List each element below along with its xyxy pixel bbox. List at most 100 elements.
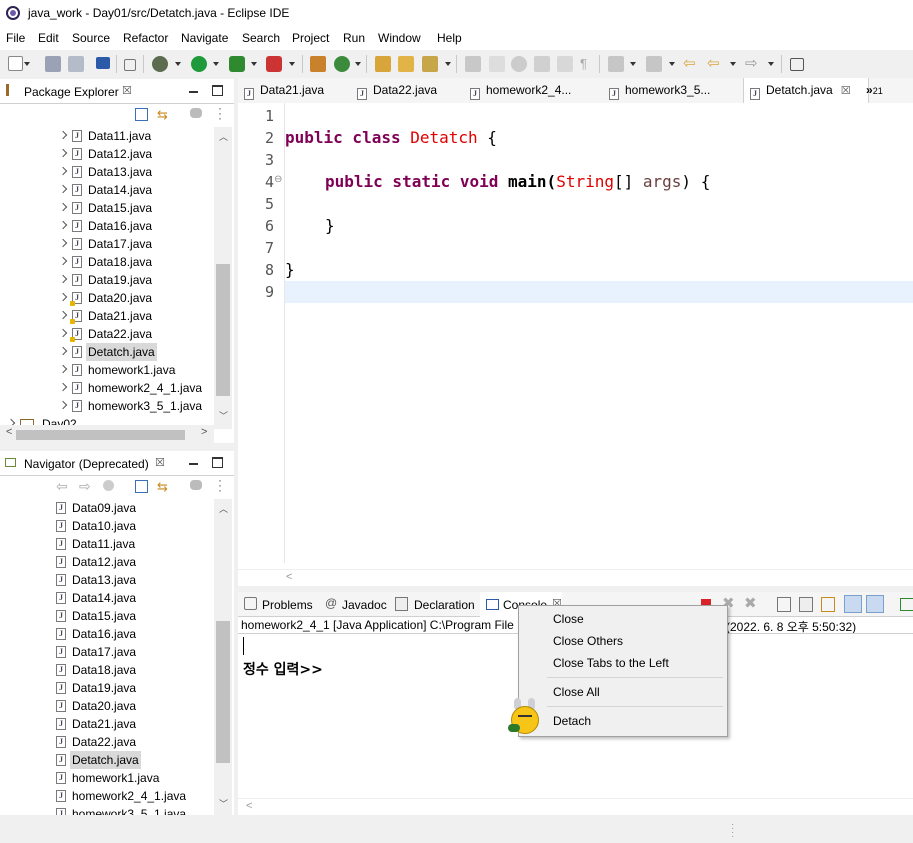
tree-item[interactable]: J Data14.java [0, 589, 214, 607]
toggle-mark-occurrences-icon[interactable] [465, 56, 481, 72]
tree-item[interactable]: J Data15.java [0, 607, 214, 625]
clear-console-icon[interactable] [777, 597, 791, 612]
new-java-package-icon[interactable] [310, 56, 326, 72]
word-wrap-icon[interactable] [821, 597, 835, 612]
next-annotation-icon[interactable] [608, 56, 624, 72]
tree-item[interactable]: Jhomework1.java [0, 361, 214, 379]
tree-item[interactable]: J Data22.java [0, 733, 214, 751]
run-dropdown-icon[interactable] [213, 62, 219, 66]
tree-item[interactable]: J Data22.java [0, 325, 214, 343]
perspective-icon[interactable] [790, 58, 804, 71]
tree-item[interactable]: J Data12.java [0, 553, 214, 571]
console-output[interactable]: 정수 입력>> [243, 659, 323, 679]
view-menu-icon[interactable]: · · · [218, 102, 222, 124]
chevron-right-icon[interactable] [58, 220, 68, 230]
skip-breakpoints-icon[interactable] [124, 59, 136, 71]
menu-navigate[interactable]: Navigate [181, 31, 228, 45]
menu-item-close[interactable]: Close [553, 612, 584, 626]
console-hscrollbar[interactable]: < [238, 798, 913, 815]
chevron-right-icon[interactable] [58, 346, 68, 356]
chevron-right-icon[interactable] [58, 184, 68, 194]
forward-icon[interactable]: ⇨ [79, 478, 91, 495]
scrollbar-thumb[interactable] [216, 264, 230, 396]
tree-item[interactable]: Jhomework2_4_1.java [0, 379, 214, 397]
show-whitespace-icon[interactable] [534, 56, 550, 72]
tree-item[interactable]: Jhomework2_4_1.java [0, 787, 214, 805]
new-dropdown-icon[interactable] [24, 62, 30, 66]
chevron-right-icon[interactable] [58, 148, 68, 158]
forward-icon[interactable]: ⇨ [745, 54, 761, 72]
chevron-right-icon[interactable] [58, 310, 68, 320]
remove-all-terminated-icon[interactable]: ✖ [744, 594, 757, 612]
show-console-on-stderr-icon[interactable] [866, 595, 884, 613]
external-tools-icon[interactable] [266, 56, 282, 72]
tree-item[interactable]: J Data18.java [0, 661, 214, 679]
tab-problems[interactable]: Problems [262, 598, 313, 612]
close-icon[interactable]: ☒ [155, 456, 165, 469]
debug-icon[interactable] [152, 56, 168, 72]
scroll-left-icon[interactable]: < [246, 800, 252, 812]
chevron-right-icon[interactable] [58, 274, 68, 284]
scroll-up-icon[interactable]: ︿ [219, 502, 228, 515]
close-icon[interactable]: ☒ [122, 84, 132, 97]
scroll-left-icon[interactable]: < [286, 571, 292, 583]
run-icon[interactable] [191, 56, 207, 72]
tree-item[interactable]: J Data21.java [0, 715, 214, 733]
menu-source[interactable]: Source [72, 31, 110, 45]
chevron-right-icon[interactable] [58, 166, 68, 176]
tree-item[interactable]: J Data10.java [0, 517, 214, 535]
menu-refactor[interactable]: Refactor [123, 31, 168, 45]
save-all-icon[interactable] [68, 56, 84, 72]
search-icon[interactable] [422, 56, 438, 72]
fold-icon[interactable]: ⊖ [274, 174, 282, 185]
collapse-all-icon[interactable] [135, 108, 148, 121]
new-java-class-icon[interactable] [334, 56, 350, 72]
tree-item[interactable]: Jhomework3_5_1.java [0, 805, 214, 815]
package-explorer-scrollbar[interactable]: ︿ ﹀ [214, 127, 232, 429]
scroll-left-icon[interactable]: < [6, 426, 12, 438]
tree-item[interactable]: J Data17.java [0, 643, 214, 661]
toggle-block-selection-icon[interactable] [489, 56, 505, 72]
minimize-icon[interactable] [189, 463, 198, 465]
tree-item[interactable]: J Data17.java [0, 235, 214, 253]
show-console-on-stdout-icon[interactable] [844, 595, 862, 613]
coverage-dropdown-icon[interactable] [251, 62, 257, 66]
coverage-icon[interactable] [229, 56, 245, 72]
editor-tab-active[interactable]: J Detatch.java ☒ [743, 78, 869, 103]
chevron-right-icon[interactable] [58, 238, 68, 248]
pilcrow-icon[interactable]: ¶ [580, 56, 596, 72]
next-annotation-dropdown-icon[interactable] [630, 62, 636, 66]
menu-help[interactable]: Help [437, 31, 462, 45]
package-explorer-tab[interactable]: Package Explorer ☒ [0, 79, 234, 104]
scroll-right-icon[interactable]: > [201, 426, 207, 438]
menu-run[interactable]: Run [343, 31, 365, 45]
navigator-tab[interactable]: Navigator (Deprecated) ☒ [0, 451, 234, 476]
debug-dropdown-icon[interactable] [175, 62, 181, 66]
chevron-right-icon[interactable] [58, 382, 68, 392]
last-edit-icon[interactable]: ⇦ [683, 54, 699, 72]
external-tools-dropdown-icon[interactable] [289, 62, 295, 66]
chevron-right-icon[interactable] [58, 328, 68, 338]
menu-item-close-tabs-left[interactable]: Close Tabs to the Left [553, 656, 669, 670]
chevron-right-icon[interactable] [58, 400, 68, 410]
tree-item[interactable]: J Data13.java [0, 163, 214, 181]
tree-item[interactable]: J Data13.java [0, 571, 214, 589]
tree-item[interactable]: J Data19.java [0, 679, 214, 697]
open-console-icon[interactable] [96, 57, 110, 69]
chevron-right-icon[interactable] [58, 130, 68, 140]
hscroll-thumb[interactable] [16, 430, 185, 440]
menu-item-close-others[interactable]: Close Others [553, 634, 623, 648]
tree-item[interactable]: J Data18.java [0, 253, 214, 271]
word-wrap-icon[interactable] [557, 56, 573, 72]
up-icon[interactable] [103, 480, 114, 491]
close-icon[interactable]: ☒ [841, 85, 851, 97]
chevron-right-icon[interactable] [58, 364, 68, 374]
link-with-editor-icon[interactable]: ⇆ [157, 479, 168, 495]
save-icon[interactable] [45, 56, 61, 72]
back-icon[interactable]: ⇦ [707, 54, 723, 72]
scroll-down-icon[interactable]: ﹀ [219, 797, 228, 810]
back-icon[interactable]: ⇦ [56, 478, 68, 495]
open-type-icon[interactable] [375, 56, 391, 72]
back-dropdown-icon[interactable] [730, 62, 736, 66]
tree-item[interactable]: J Detatch.java [0, 751, 214, 769]
